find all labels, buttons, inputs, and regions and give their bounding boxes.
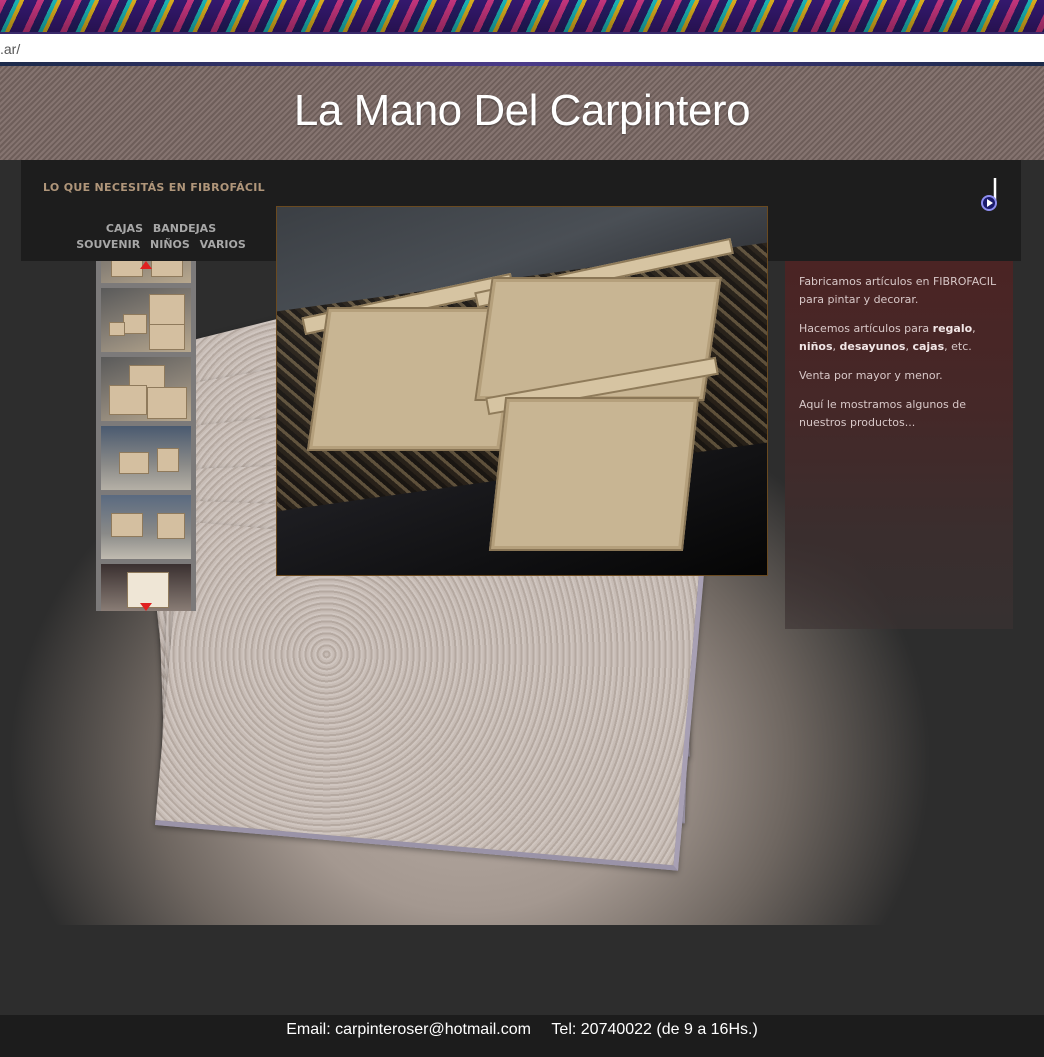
site-title: La Mano Del Carpintero [293,86,751,135]
decorative-banner [0,0,1044,32]
description-text: Venta por mayor y menor. [799,369,943,382]
nav-heading: LO QUE NECESITÁS EN FIBROFÁCIL [43,181,265,194]
nav-links: CAJAS BANDEJAS SOUVENIR NIÑOS VARIOS [43,221,279,253]
nav-link-varios[interactable]: VARIOS [200,238,246,251]
arrow-down-icon[interactable] [140,603,152,611]
address-bar-url[interactable]: .ar/ [0,41,20,57]
footer-phone: Tel: 20740022 (de 9 a 16Hs.) [551,1021,758,1038]
address-bar[interactable]: .ar/ [0,32,1044,64]
nav-link-cajas[interactable]: CAJAS [106,222,143,235]
thumbnail[interactable] [101,426,191,490]
thumbnail[interactable] [101,288,191,352]
nav-link-souvenir[interactable]: SOUVENIR [76,238,140,251]
main-photo [276,206,768,576]
description-text: Hacemos artículos para regalo, niños, de… [799,322,976,353]
thumbnail[interactable] [101,357,191,421]
description-text: Aquí le mostramos algunos de nuestros pr… [799,398,967,429]
arrow-up-icon[interactable] [140,261,152,269]
site-footer: Email: carpinteroser@hotmail.com Tel: 20… [0,1015,1044,1057]
thumbnail[interactable] [101,495,191,559]
description-panel: Fabricamos artículos en FIBROFACIL para … [785,261,1013,629]
nav-link-ninos[interactable]: NIÑOS [150,238,190,251]
description-text: Fabricamos artículos en FIBROFACIL para … [799,275,997,306]
nav-link-bandejas[interactable]: BANDEJAS [153,222,216,235]
thumbnail-strip[interactable] [96,261,196,611]
footer-email: Email: carpinteroser@hotmail.com [286,1021,531,1038]
footer-contact: Email: carpinteroser@hotmail.com Tel: 20… [0,1021,1044,1039]
site-header: La Mano Del Carpintero [0,66,1044,160]
music-note-icon[interactable] [979,176,1003,212]
divided-box [488,397,700,551]
